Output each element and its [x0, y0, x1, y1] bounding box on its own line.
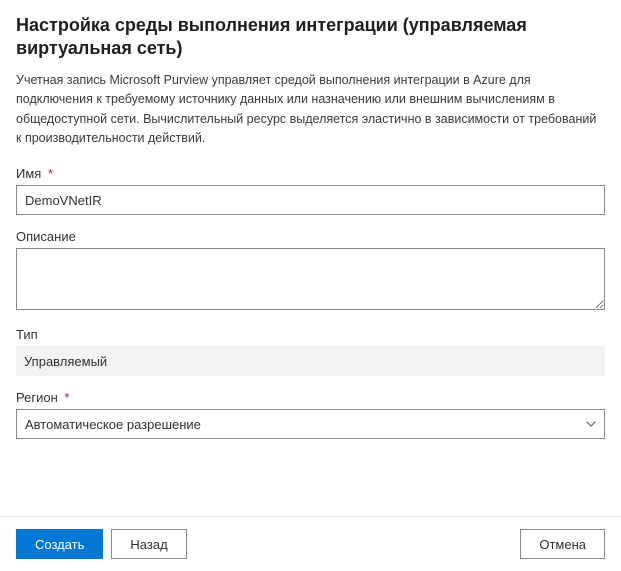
create-button[interactable]: Создать — [16, 529, 103, 559]
required-asterisk: * — [64, 390, 69, 405]
name-input[interactable] — [16, 185, 605, 215]
region-label-text: Регион — [16, 390, 58, 405]
region-select[interactable]: Автоматическое разрешение — [16, 409, 605, 439]
page-description: Учетная запись Microsoft Purview управля… — [16, 71, 605, 149]
description-field-group: Описание — [16, 229, 605, 313]
type-value: Управляемый — [16, 346, 605, 376]
type-label: Тип — [16, 327, 605, 342]
page-title: Настройка среды выполнения интеграции (у… — [16, 14, 605, 61]
type-field-group: Тип Управляемый — [16, 327, 605, 376]
region-field-group: Регион * Автоматическое разрешение — [16, 390, 605, 439]
required-asterisk: * — [48, 166, 53, 181]
footer: Создать Назад Отмена — [0, 516, 621, 571]
name-field-group: Имя * — [16, 166, 605, 215]
region-select-wrapper: Автоматическое разрешение — [16, 409, 605, 439]
name-label: Имя * — [16, 166, 605, 181]
back-button[interactable]: Назад — [111, 529, 186, 559]
name-label-text: Имя — [16, 166, 41, 181]
description-input[interactable] — [16, 248, 605, 310]
cancel-button[interactable]: Отмена — [520, 529, 605, 559]
description-label: Описание — [16, 229, 605, 244]
region-label: Регион * — [16, 390, 605, 405]
footer-spacer — [195, 529, 513, 559]
